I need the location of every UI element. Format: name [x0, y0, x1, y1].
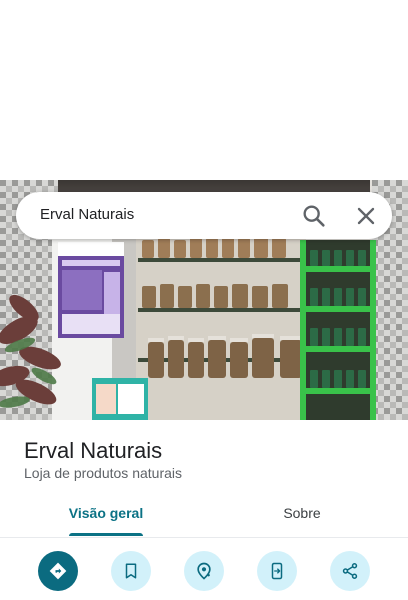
search-bar[interactable]: Erval Naturais — [16, 192, 392, 239]
search-icon[interactable] — [300, 202, 328, 230]
share-button[interactable] — [330, 551, 370, 591]
tab-about[interactable]: Sobre — [200, 494, 404, 537]
directions-button[interactable] — [38, 551, 78, 591]
place-category: Loja de produtos naturais — [24, 465, 182, 481]
save-button[interactable] — [111, 551, 151, 591]
tab-selected-indicator — [69, 533, 143, 536]
share-icon — [341, 562, 359, 580]
nearby-icon — [194, 561, 214, 581]
bookmark-icon — [122, 562, 140, 580]
tab-overview[interactable]: Visão geral — [4, 494, 208, 537]
place-title: Erval Naturais — [24, 438, 163, 463]
send-to-phone-icon — [268, 561, 286, 581]
directions-icon — [48, 561, 68, 581]
nearby-button[interactable] — [184, 551, 224, 591]
close-icon[interactable] — [352, 202, 380, 230]
action-bar — [0, 538, 408, 600]
search-input[interactable]: Erval Naturais — [40, 206, 134, 224]
send-to-phone-button[interactable] — [257, 551, 297, 591]
tab-bar: Visão geral Sobre — [0, 494, 408, 538]
